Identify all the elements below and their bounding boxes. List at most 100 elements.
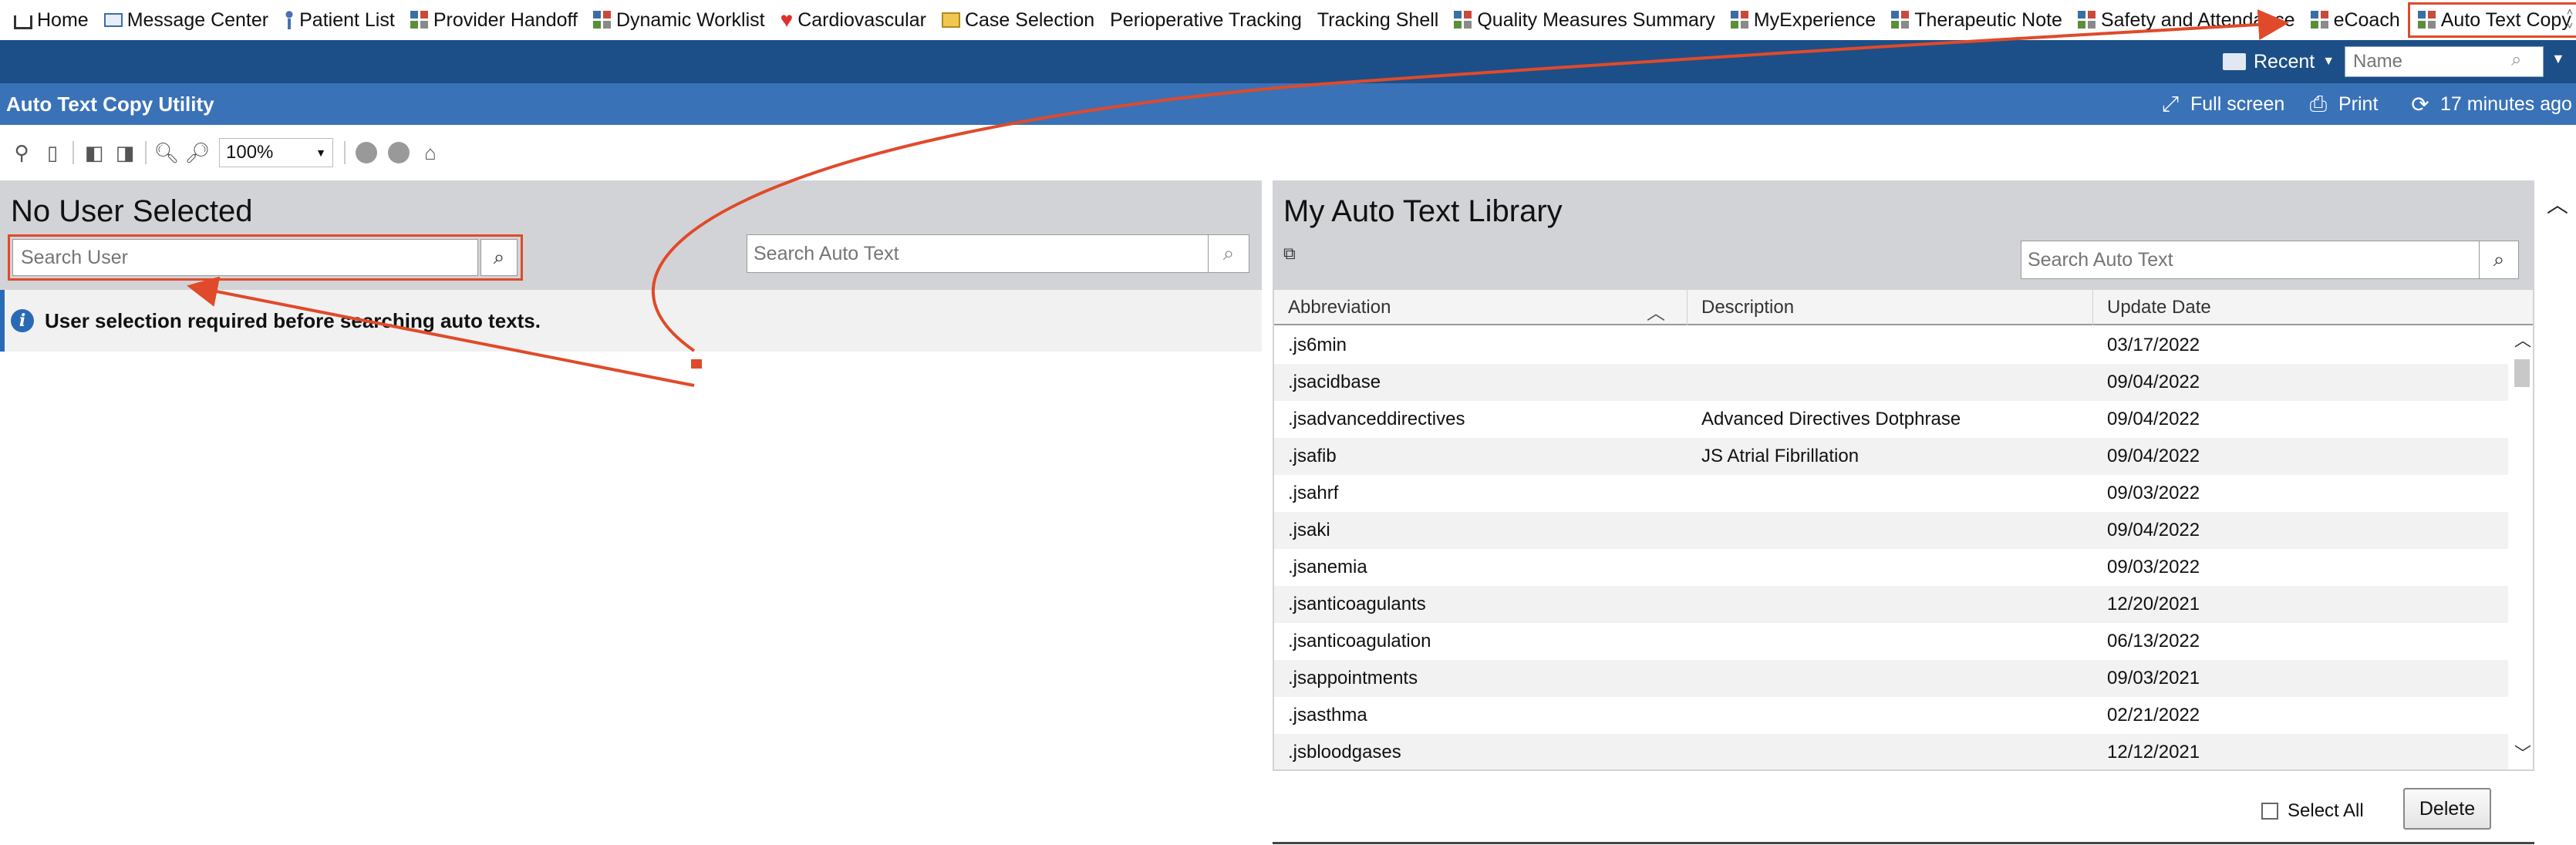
chevron-up-icon[interactable]: ︿: [2547, 188, 2568, 219]
tab-safety-and-attendance[interactable]: Safety and Attendance: [2070, 0, 2303, 40]
toolbar-divider: [145, 141, 147, 164]
auto-text-table: Abbreviation ︿ Description Update Date .…: [1274, 290, 2533, 769]
tab-therapeutic-note[interactable]: Therapeutic Note: [1883, 0, 2070, 40]
table-row[interactable]: .jsadvanceddirectives Advanced Directives…: [1274, 401, 2508, 438]
back-icon[interactable]: ◧: [83, 141, 106, 164]
tab-provider-handoff[interactable]: Provider Handoff: [403, 0, 585, 40]
table-row[interactable]: .jsafib JS Atrial Fibrillation 09/04/2022: [1274, 438, 2508, 475]
print-button[interactable]: ⎙ Print: [2308, 91, 2379, 117]
select-all-label: Select All: [2288, 800, 2364, 821]
column-header-description[interactable]: Description: [1688, 290, 2093, 325]
table-row[interactable]: .jsanticoagulants 12/20/2021: [1274, 586, 2508, 623]
cell-abbr: .jsanticoagulants: [1288, 594, 1426, 614]
search-icon[interactable]: ⌕: [2511, 49, 2536, 74]
table-row[interactable]: .jsanticoagulation 06/13/2022: [1274, 623, 2508, 660]
info-banner: i User selection required before searchi…: [0, 290, 1262, 352]
search-auto-text-input[interactable]: [747, 234, 1209, 273]
chevron-down-icon[interactable]: ﹀: [2514, 740, 2531, 765]
annotation-anchor: [691, 359, 702, 369]
checkbox[interactable]: [2261, 803, 2278, 820]
search-user-input[interactable]: [12, 239, 478, 276]
page-title: Auto Text Copy Utility: [6, 93, 214, 116]
mail-icon: [103, 13, 123, 27]
tab-tracking-shell[interactable]: Tracking Shell: [1310, 0, 1446, 40]
table-row[interactable]: .jsbloodgases 12/12/2021: [1274, 734, 2508, 769]
cell-abbr: .jsasthma: [1288, 705, 1367, 725]
zoom-select[interactable]: 100% ▼: [219, 138, 333, 167]
folder-icon: [941, 12, 960, 28]
library-search-button[interactable]: ⌕: [2479, 241, 2519, 279]
grid-icon: [2417, 11, 2436, 29]
tab-auto-text-copy-utility[interactable]: Auto Text Copy Utility: [2407, 2, 2576, 38]
tab-myexperience[interactable]: MyExperience: [1723, 0, 1883, 40]
circle-icon[interactable]: [388, 142, 410, 163]
heart-icon: ♥: [780, 8, 794, 32]
refresh-button[interactable]: ⟳ 17 minutes ago: [2409, 91, 2572, 117]
cell-desc: [1688, 475, 2093, 512]
print-label: Print: [2338, 93, 2379, 115]
copy-list-icon[interactable]: ⧉: [1283, 244, 1310, 267]
table-row[interactable]: .jsappointments 09/03/2021: [1274, 660, 2508, 697]
zoom-in-icon[interactable]: 🔎︎: [185, 141, 211, 164]
chevron-down-icon[interactable]: ▼: [2551, 51, 2565, 67]
cell-abbr: .jsaki: [1288, 520, 1330, 540]
recent-button[interactable]: Recent ▼: [2223, 48, 2335, 76]
tab-dynamic-worklist[interactable]: Dynamic Worklist: [585, 0, 773, 40]
tab-message-center[interactable]: Message Center: [96, 0, 276, 40]
tab-home[interactable]: Home: [6, 0, 96, 40]
chevron-up-icon[interactable]: ︿: [2514, 327, 2531, 352]
tab-label: Cardiovascular: [797, 8, 926, 31]
zoom-value: 100%: [226, 142, 274, 163]
grid-icon: [592, 11, 612, 29]
tab-label: Dynamic Worklist: [615, 8, 765, 31]
grid-icon: [1891, 11, 1910, 29]
delete-button[interactable]: Delete: [2403, 788, 2491, 830]
tab-scroll-arrows[interactable]: ˄ ˅: [2567, 5, 2573, 32]
table-row[interactable]: .jsasthma 02/21/2022: [1274, 697, 2508, 734]
person-icon: [284, 11, 295, 29]
library-search-input[interactable]: [2021, 241, 2480, 279]
table-row[interactable]: .jsanemia 09/03/2022: [1274, 549, 2508, 586]
column-header-abbreviation[interactable]: Abbreviation ︿: [1274, 290, 1688, 325]
page-icon[interactable]: ▯: [41, 141, 64, 164]
search-icon: ⌕: [1222, 241, 1235, 264]
home-icon: [14, 15, 32, 29]
page-scrollbar[interactable]: ︿: [2537, 180, 2576, 845]
cell-desc: Advanced Directives Dotphrase: [1701, 409, 1961, 429]
tab-label: MyExperience: [1753, 8, 1876, 31]
tab-case-selection[interactable]: Case Selection: [934, 0, 1102, 40]
table-row[interactable]: .jsahrf 09/03/2022: [1274, 475, 2508, 512]
user-panel-header: No User Selected ⌕ ⌕: [0, 180, 1262, 290]
tab-label: Safety and Attendance: [2100, 8, 2295, 31]
circle-icon[interactable]: [356, 142, 377, 163]
forward-icon[interactable]: ◨: [113, 141, 137, 164]
table-scrollbar[interactable]: ︿ ﹀: [2511, 327, 2533, 769]
select-all-checkbox[interactable]: Select All: [2261, 800, 2364, 822]
toolbar-divider: [344, 141, 346, 164]
cell-abbr: .js6min: [1288, 335, 1347, 355]
tab-label: Home: [37, 8, 89, 31]
tab-perioperative-tracking[interactable]: Perioperative Tracking: [1102, 0, 1310, 40]
table-row[interactable]: .jsaki 09/04/2022: [1274, 512, 2508, 549]
binoculars-icon[interactable]: ⚲: [10, 141, 33, 164]
tab-patient-list[interactable]: Patient List: [276, 0, 403, 40]
home-icon[interactable]: ⌂: [419, 141, 442, 164]
search-auto-text-button[interactable]: ⌕: [1208, 234, 1249, 273]
column-header-update-date[interactable]: Update Date: [2093, 290, 2510, 325]
grid-icon: [1454, 11, 1473, 29]
scrollbar-thumb[interactable]: [2514, 359, 2530, 387]
tab-label: Therapeutic Note: [1914, 8, 2062, 31]
cell-abbr: .jsappointments: [1288, 668, 1418, 688]
zoom-out-icon[interactable]: 🔍︎: [154, 141, 180, 164]
table-row[interactable]: .js6min 03/17/2022: [1274, 327, 2508, 364]
cell-date: 03/17/2022: [2107, 335, 2200, 355]
chevron-down-icon: ▼: [315, 146, 326, 159]
tab-label: Message Center: [126, 8, 269, 31]
search-user-button[interactable]: ⌕: [480, 239, 518, 276]
tab-cardiovascular[interactable]: ♥ Cardiovascular: [773, 0, 934, 40]
cell-abbr: .jsbloodgases: [1288, 742, 1401, 763]
fullscreen-button[interactable]: ⤢ Full screen: [2160, 91, 2284, 117]
table-row[interactable]: .jsacidbase 09/04/2022: [1274, 364, 2508, 401]
tab-quality-measures-summary[interactable]: Quality Measures Summary: [1446, 0, 1722, 40]
tab-ecoach[interactable]: eCoach: [2303, 0, 2408, 40]
